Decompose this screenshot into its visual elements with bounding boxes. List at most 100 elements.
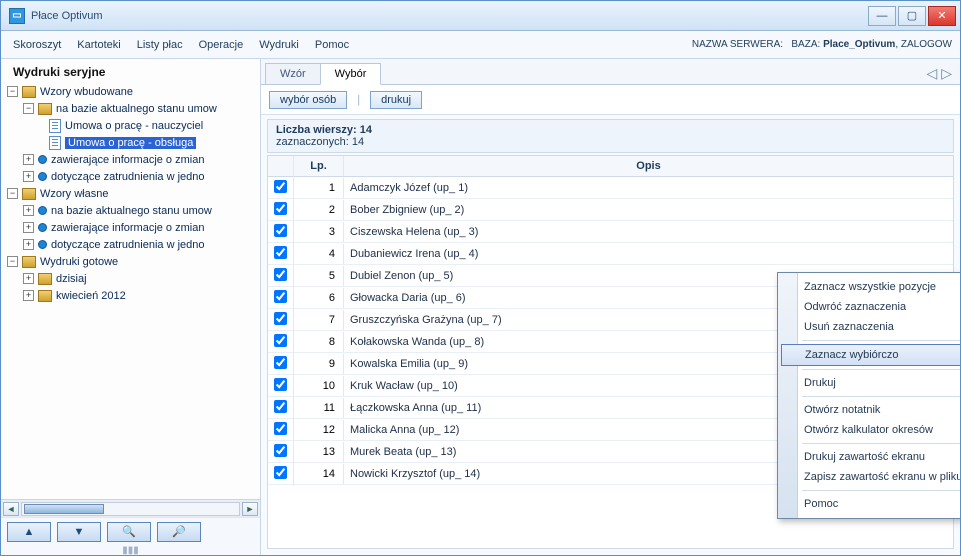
row-checkbox[interactable]	[274, 422, 287, 435]
row-lp: 12	[294, 420, 344, 440]
nav-search-z-button[interactable]: 🔎	[157, 522, 201, 542]
row-checkbox[interactable]	[274, 378, 287, 391]
tree-node-zawierajace[interactable]: +zawierające informacje o zmian	[5, 151, 258, 168]
row-lp: 14	[294, 464, 344, 484]
tab-nav-prev-icon[interactable]: ◁	[924, 65, 939, 82]
tree-node-kwiecien[interactable]: +kwiecień 2012	[5, 287, 258, 304]
grid-header-opis: Opis	[344, 156, 953, 176]
sidebar-gripper[interactable]: ▮▮▮	[1, 545, 260, 555]
wybor-osob-button[interactable]: wybór osób	[269, 91, 347, 109]
row-lp: 6	[294, 288, 344, 308]
row-checkbox[interactable]	[274, 202, 287, 215]
window-title: Płace Optivum	[31, 10, 862, 22]
menu-pomoc[interactable]: Pomoc	[315, 39, 349, 51]
ctx-help[interactable]: Pomoc	[778, 494, 960, 514]
dot-icon	[38, 172, 47, 181]
tree-node-wydruki-gotowe[interactable]: −Wydruki gotowe	[5, 253, 258, 270]
row-checkbox[interactable]	[274, 224, 287, 237]
table-row[interactable]: 3Ciszewska Helena (up_ 3)	[268, 221, 953, 243]
book-icon	[38, 103, 52, 115]
row-lp: 4	[294, 244, 344, 264]
table-row[interactable]: 2Bober Zbigniew (up_ 2)	[268, 199, 953, 221]
book-icon	[22, 256, 36, 268]
tree-node-umowa-nauczyciel[interactable]: Umowa o pracę - nauczyciel	[5, 117, 258, 134]
tree: −Wzory wbudowane −na bazie aktualnego st…	[1, 83, 260, 499]
row-checkbox[interactable]	[274, 312, 287, 325]
nav-down-button[interactable]: ▼	[57, 522, 101, 542]
row-checkbox[interactable]	[274, 180, 287, 193]
ctx-open-calc[interactable]: Otwórz kalkulator okresów	[778, 420, 960, 440]
row-checkbox[interactable]	[274, 356, 287, 369]
app-icon: ▭	[9, 8, 25, 24]
row-checkbox[interactable]	[274, 400, 287, 413]
row-checkbox[interactable]	[274, 466, 287, 479]
ctx-invert[interactable]: Odwróć zaznaczenia	[778, 297, 960, 317]
table-row[interactable]: 1Adamczyk Józef (up_ 1)	[268, 177, 953, 199]
menu-listy-plac[interactable]: Listy płac	[137, 39, 183, 51]
toolbar-separator: |	[357, 94, 360, 106]
tab-wybor[interactable]: Wybór	[320, 63, 382, 85]
drukuj-button[interactable]: drukuj	[370, 91, 422, 109]
dot-icon	[38, 240, 47, 249]
tree-node-wzory-wbudowane[interactable]: −Wzory wbudowane	[5, 83, 258, 100]
context-menu: Zaznacz wszystkie pozycje Odwróć zaznacz…	[777, 272, 960, 519]
ctx-save-screen[interactable]: Zapisz zawartość ekranu w pliku	[778, 467, 960, 487]
row-lp: 3	[294, 222, 344, 242]
ctx-print[interactable]: Drukuj	[778, 373, 960, 393]
book-icon	[38, 290, 52, 302]
menu-kartoteki[interactable]: Kartoteki	[77, 39, 120, 51]
menu-wydruki[interactable]: Wydruki	[259, 39, 299, 51]
menu-skoroszyt[interactable]: Skoroszyt	[13, 39, 61, 51]
tab-wzor[interactable]: Wzór	[265, 63, 321, 84]
ctx-open-notepad[interactable]: Otwórz notatnik	[778, 400, 960, 420]
book-icon	[22, 188, 36, 200]
sidebar-scrollbar[interactable]: ◄ ►	[1, 499, 260, 517]
sidebar-title: Wydruki seryjne	[1, 59, 260, 83]
table-row[interactable]: 4Dubaniewicz Irena (up_ 4)	[268, 243, 953, 265]
tree-node-zawierajace-2[interactable]: +zawierające informacje o zmian	[5, 219, 258, 236]
ctx-select-custom[interactable]: Zaznacz wybiórczo	[781, 344, 960, 366]
nav-search-button[interactable]: 🔍	[107, 522, 151, 542]
page-icon	[49, 136, 61, 150]
status-text: NAZWA SERWERA: BAZA: Place_Optivum, ZALO…	[692, 39, 960, 50]
tree-node-dzisiaj[interactable]: +dzisiaj	[5, 270, 258, 287]
row-lp: 13	[294, 442, 344, 462]
book-icon	[22, 86, 36, 98]
row-opis: Adamczyk Józef (up_ 1)	[344, 182, 953, 194]
ctx-select-all[interactable]: Zaznacz wszystkie pozycje	[778, 277, 960, 297]
close-button[interactable]: ✕	[928, 6, 956, 26]
tab-nav-next-icon[interactable]: ▷	[939, 65, 954, 82]
row-checkbox[interactable]	[274, 268, 287, 281]
row-checkbox[interactable]	[274, 246, 287, 259]
maximize-button[interactable]: ▢	[898, 6, 926, 26]
row-opis: Bober Zbigniew (up_ 2)	[344, 204, 953, 216]
row-opis: Dubaniewicz Irena (up_ 4)	[344, 248, 953, 260]
ctx-clear[interactable]: Usuń zaznaczenia	[778, 317, 960, 337]
tree-node-dotyczace[interactable]: +dotyczące zatrudnienia w jedno	[5, 168, 258, 185]
book-icon	[38, 273, 52, 285]
row-lp: 11	[294, 398, 344, 418]
row-checkbox[interactable]	[274, 334, 287, 347]
row-lp: 2	[294, 200, 344, 220]
tree-node-baza-stanu[interactable]: −na bazie aktualnego stanu umow	[5, 100, 258, 117]
dot-icon	[38, 206, 47, 215]
tree-node-umowa-obsluga[interactable]: Umowa o pracę - obsługa	[5, 134, 258, 151]
nav-up-button[interactable]: ▲	[7, 522, 51, 542]
tree-node-wzory-wlasne[interactable]: −Wzory własne	[5, 185, 258, 202]
titlebar: ▭ Płace Optivum — ▢ ✕	[1, 1, 960, 31]
minimize-button[interactable]: —	[868, 6, 896, 26]
ctx-print-screen[interactable]: Drukuj zawartość ekranu	[778, 447, 960, 467]
info-box: Liczba wierszy: 14 zaznaczonych: 14	[267, 119, 954, 153]
scroll-left-icon[interactable]: ◄	[3, 502, 19, 516]
row-lp: 1	[294, 178, 344, 198]
dot-icon	[38, 155, 47, 164]
tree-node-dotyczace-2[interactable]: +dotyczące zatrudnienia w jedno	[5, 236, 258, 253]
grid-header-lp: Lp.	[294, 156, 344, 176]
row-lp: 7	[294, 310, 344, 330]
tree-node-baza-stanu-2[interactable]: +na bazie aktualnego stanu umow	[5, 202, 258, 219]
row-lp: 5	[294, 266, 344, 286]
menu-operacje[interactable]: Operacje	[199, 39, 244, 51]
row-checkbox[interactable]	[274, 444, 287, 457]
scroll-right-icon[interactable]: ►	[242, 502, 258, 516]
row-checkbox[interactable]	[274, 290, 287, 303]
